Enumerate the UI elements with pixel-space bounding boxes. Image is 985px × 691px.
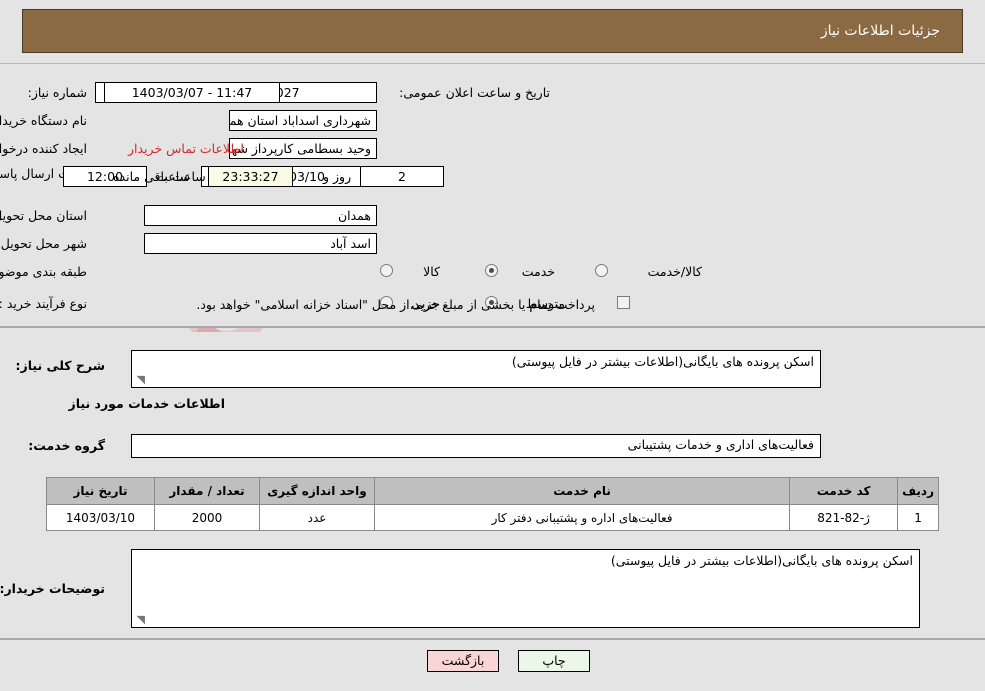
- delivery-city-value: اسد آباد: [144, 233, 377, 254]
- cell-service-name: فعالیت‌های اداره و پشتیبانی دفتر کار: [373, 504, 791, 531]
- service-group-value: فعالیت‌های اداری و خدمات پشتیبانی: [627, 437, 814, 452]
- resize-grip-icon-2[interactable]: ◥: [135, 614, 145, 625]
- th-service-code: کد خدمت: [789, 477, 899, 505]
- cell-quantity: 2000: [154, 504, 260, 531]
- request-creator-label: ایجاد کننده درخواست:: [0, 141, 87, 156]
- table-row: 1 ژ-82-821 فعالیت‌های اداره و پشتیبانی د…: [46, 504, 939, 531]
- items-table: ردیف کد خدمت نام خدمت واحد اندازه گیری ت…: [46, 477, 939, 531]
- buyer-notes-textarea[interactable]: اسکن پرونده های بایگانی(اطلاعات بیشتر در…: [131, 549, 920, 628]
- table-header-row: ردیف کد خدمت نام خدمت واحد اندازه گیری ت…: [46, 477, 939, 505]
- radio-category-kala-khedmat[interactable]: [595, 264, 608, 277]
- th-quantity: تعداد / مقدار: [154, 477, 260, 505]
- th-service-name: نام خدمت: [373, 477, 791, 505]
- service-group-label: گروه خدمت:: [28, 438, 105, 453]
- cell-row-no: 1: [897, 504, 939, 531]
- treasury-checkbox[interactable]: [617, 296, 630, 309]
- need-description-value: اسکن پرونده های بایگانی(اطلاعات بیشتر در…: [511, 354, 814, 369]
- th-unit: واحد اندازه گیری: [259, 477, 375, 505]
- radio-category-kala-khedmat-label: کالا/خدمت: [647, 264, 702, 279]
- th-need-date: تاریخ نیاز: [46, 477, 155, 505]
- page-title: جزئیات اطلاعات نیاز: [22, 9, 963, 53]
- purchase-type-label: نوع فرآیند خرید :: [0, 296, 87, 311]
- buyer-org-label: نام دستگاه خریدار:: [0, 113, 87, 128]
- treasury-note-text: پرداخت تمام یا بخشی از مبلغ خرید،از محل …: [196, 297, 595, 312]
- request-creator-value: وحید بسطامی کارپرداز شهرداری اسداباد است…: [229, 138, 377, 159]
- need-description-textarea[interactable]: اسکن پرونده های بایگانی(اطلاعات بیشتر در…: [131, 350, 821, 388]
- radio-category-kala[interactable]: [380, 264, 393, 277]
- print-button[interactable]: چاپ: [518, 650, 590, 672]
- radio-category-kala-label: کالا: [423, 264, 440, 279]
- buyer-org-value: شهرداری اسداباد استان همدان: [229, 110, 377, 131]
- buyer-notes-label: توضیحات خریدار:: [0, 581, 105, 596]
- delivery-province-label: استان محل تحویل:: [0, 208, 87, 223]
- cell-unit: عدد: [259, 504, 375, 531]
- need-description-label: شرح کلی نیاز:: [15, 358, 105, 373]
- deadline-days-value: 2: [360, 166, 444, 187]
- delivery-province-value: همدان: [144, 205, 377, 226]
- page-root: AriaTender.net جزئیات اطلاعات نیاز شماره…: [0, 0, 985, 691]
- buyer-contact-link[interactable]: اطلاعات تماس خریدار: [128, 141, 244, 156]
- buyer-notes-value: اسکن پرونده های بایگانی(اطلاعات بیشتر در…: [610, 553, 913, 568]
- cell-service-code: ژ-82-821: [789, 504, 899, 531]
- th-row-no: ردیف: [897, 477, 939, 505]
- services-section-heading: اطلاعات خدمات مورد نیاز: [68, 396, 226, 411]
- radio-category-khedmat[interactable]: [485, 264, 498, 277]
- service-group-value-box: فعالیت‌های اداری و خدمات پشتیبانی: [131, 434, 821, 458]
- page-title-text: جزئیات اطلاعات نیاز: [820, 23, 940, 39]
- need-number-label: شماره نیاز:: [27, 85, 87, 100]
- cell-need-date: 1403/03/10: [46, 504, 155, 531]
- resize-grip-icon[interactable]: ◥: [135, 374, 145, 385]
- category-label: طبقه بندی موضوعی:: [0, 264, 87, 279]
- public-announce-value: 11:47 - 1403/03/07: [104, 82, 280, 103]
- deadline-remaining-label: ساعت باقی مانده: [113, 169, 206, 184]
- deadline-days-label: روز و: [323, 169, 352, 184]
- public-announce-label: تاریخ و ساعت اعلان عمومی:: [399, 85, 550, 100]
- deadline-countdown-value: 23:33:27: [208, 166, 293, 187]
- back-button[interactable]: بازگشت: [427, 650, 499, 672]
- radio-category-khedmat-label: خدمت: [521, 264, 555, 279]
- delivery-city-label: شهر محل تحویل:: [0, 236, 87, 251]
